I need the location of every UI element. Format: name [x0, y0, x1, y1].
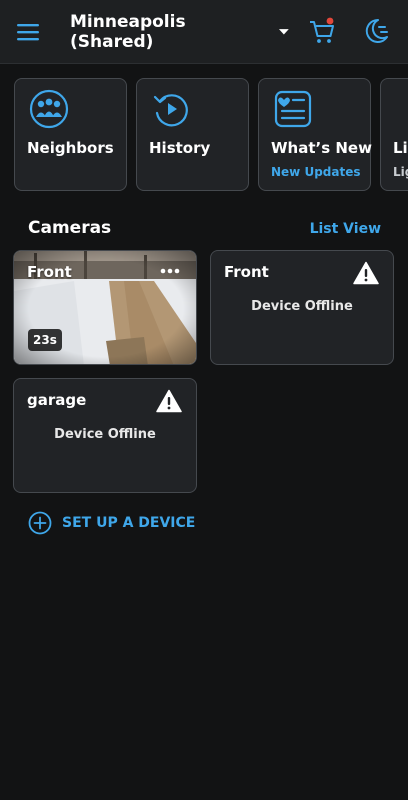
camera-card-front-offline[interactable]: Front Device Offline: [210, 250, 394, 365]
tile-label: What’s New: [271, 139, 372, 157]
neighbors-icon: [29, 89, 69, 129]
top-bar: Minneapolis (Shared): [0, 0, 408, 64]
location-selector[interactable]: Minneapolis (Shared): [70, 12, 290, 52]
chevron-down-icon: [279, 29, 290, 35]
tile-sublabel: New Updates: [271, 165, 361, 179]
tile-neighbors[interactable]: Neighbors: [14, 78, 127, 191]
dark-mode-icon[interactable]: [362, 17, 390, 45]
tile-label: Li: [393, 139, 408, 157]
feature-tiles: Neighbors History What’s New New Updates…: [0, 78, 408, 192]
warning-icon: [156, 389, 182, 413]
device-offline-text: Device Offline: [251, 299, 353, 314]
setup-device-button[interactable]: SET UP A DEVICE: [28, 510, 208, 536]
camera-card-front-live[interactable]: Front 23s: [13, 250, 197, 365]
tile-label: History: [149, 139, 211, 157]
whats-new-icon: [274, 90, 312, 128]
cameras-heading: Cameras: [28, 218, 112, 238]
camera-name: Front: [27, 263, 72, 281]
camera-name: garage: [27, 391, 87, 409]
list-view-link[interactable]: List View: [310, 221, 381, 237]
warning-icon: [353, 261, 379, 285]
snapshot-age-badge: 23s: [28, 329, 62, 351]
cart-icon[interactable]: [308, 17, 336, 45]
notification-dot: [326, 17, 334, 25]
camera-card-garage[interactable]: garage Device Offline: [13, 378, 197, 493]
setup-device-label: SET UP A DEVICE: [62, 515, 196, 531]
camera-name: Front: [224, 263, 269, 281]
tile-label: Neighbors: [27, 139, 114, 157]
tile-sublabel: Lig: [393, 165, 408, 179]
more-options-icon[interactable]: [158, 261, 182, 281]
tile-history[interactable]: History: [136, 78, 249, 191]
tile-partial[interactable]: Li Lig: [380, 78, 408, 191]
plus-circle-icon: [28, 511, 52, 535]
history-icon: [153, 94, 188, 127]
location-name: Minneapolis (Shared): [70, 12, 186, 52]
device-offline-text: Device Offline: [54, 427, 156, 442]
menu-icon[interactable]: [16, 20, 42, 44]
tile-whats-new[interactable]: What’s New New Updates: [258, 78, 372, 191]
